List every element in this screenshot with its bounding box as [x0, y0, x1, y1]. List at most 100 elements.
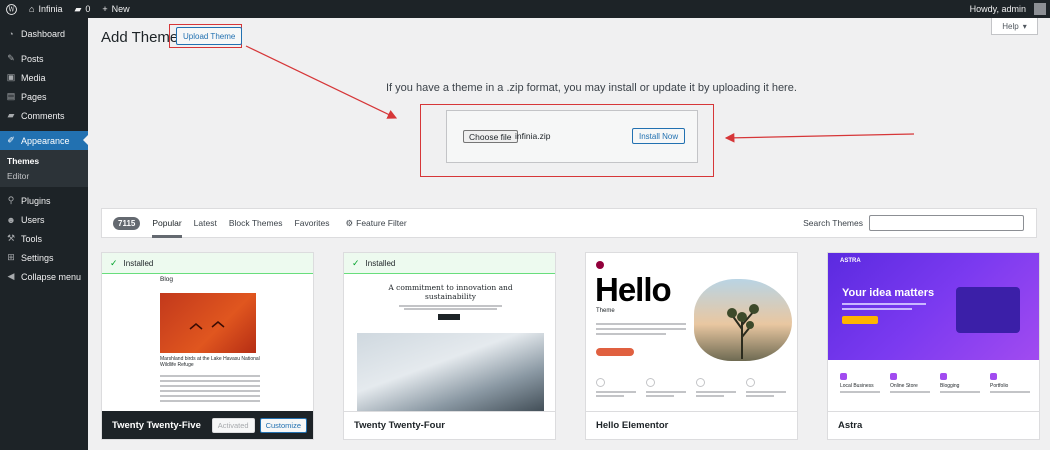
preview-column: Local Business [840, 373, 880, 395]
search-themes-input[interactable] [869, 215, 1024, 231]
dashboard-icon: ◔ [8, 28, 14, 39]
install-now-button[interactable]: Install Now [632, 128, 686, 144]
site-name-link[interactable]: ⌂ Infinia [23, 0, 68, 18]
admin-sidebar: ◔ Dashboard ✎ Posts ▣ Media ▤ Pages ▰ Comment… [0, 18, 88, 450]
wordpress-icon: W [6, 3, 17, 15]
preview-caption: Marshland birds at the Lake Havasu Natio… [160, 356, 260, 368]
preview-text-line [842, 303, 926, 305]
check-icon: ✓ [352, 257, 360, 268]
pin-icon: ✎ [7, 53, 15, 63]
menu-collapse[interactable]: ◀ Collapse menu [0, 267, 88, 286]
users-icon: ☻ [6, 214, 16, 225]
home-icon: ⌂ [29, 4, 35, 14]
preview-column: Blogging [940, 373, 980, 395]
help-label: Help [1002, 21, 1019, 31]
preview-hero: ASTRA Your idea matters [828, 253, 1039, 360]
search-themes-label: Search Themes [803, 218, 863, 228]
menu-label: Plugins [21, 195, 51, 206]
comments-count: 0 [85, 4, 91, 14]
menu-appearance[interactable]: ✐ Appearance [0, 131, 88, 150]
settings-icon: ⊞ [7, 252, 15, 262]
appearance-submenu: Themes Editor [0, 150, 88, 187]
theme-card-twenty-twenty-four[interactable]: ✓ Installed A commitment to innovation an… [343, 252, 556, 440]
upload-description: If you have a theme in a .zip format, yo… [386, 82, 797, 94]
preview-text-line [842, 308, 912, 310]
preview-text-line [160, 390, 260, 392]
plugin-icon: ⚲ [7, 195, 15, 205]
account-menu[interactable]: Howdy, admin [964, 0, 1050, 18]
preview-image [357, 333, 544, 413]
upload-theme-button[interactable]: Upload Theme [176, 27, 243, 45]
selected-file-name: infinia.zip [515, 131, 551, 141]
menu-label: Users [21, 214, 45, 225]
theme-card-footer: Twenty Twenty-Four [344, 411, 555, 439]
menu-pages[interactable]: ▤ Pages [0, 87, 88, 106]
tab-latest[interactable]: Latest [194, 208, 217, 238]
preview-feature [596, 378, 636, 399]
preview-text-line [160, 395, 260, 397]
theme-card-astra[interactable]: ASTRA Your idea matters Local Business O… [827, 252, 1040, 440]
pages-icon: ▤ [6, 91, 16, 101]
preview-feature [696, 378, 736, 399]
preview-button [596, 348, 634, 356]
wrench-icon: ⚒ [6, 233, 16, 243]
menu-tools[interactable]: ⚒ Tools [0, 229, 88, 248]
menu-posts[interactable]: ✎ Posts [0, 49, 88, 68]
preview-illustration [956, 287, 1020, 333]
tab-popular[interactable]: Popular [152, 208, 182, 238]
preview-text-line [399, 305, 502, 307]
avatar [1034, 3, 1046, 15]
theme-card-footer: Twenty Twenty-Five Activated Customize [102, 411, 313, 439]
submenu-themes[interactable]: Themes [0, 153, 88, 168]
feature-filter-label: Feature Filter [356, 218, 407, 228]
preview-columns: Local Business Online Store Blogging Por… [840, 373, 1030, 395]
preview-column: Online Store [890, 373, 930, 395]
choose-file-button[interactable]: Choose file [463, 130, 518, 143]
new-label: New [111, 4, 130, 14]
collapse-icon: ◀ [7, 271, 15, 281]
svg-text:W: W [8, 6, 15, 13]
menu-label: Dashboard [21, 28, 66, 39]
preview-text-line [160, 380, 260, 382]
main-content: Add Themes Upload Theme Help ▾ If you ha… [88, 18, 1050, 450]
menu-settings[interactable]: ⊞ Settings [0, 248, 88, 267]
caret-down-icon: ▾ [1022, 21, 1027, 31]
tab-favorites[interactable]: Favorites [295, 208, 330, 238]
theme-card-twenty-twenty-five[interactable]: ✓ Installed Blog Marshland birds at the L… [101, 252, 314, 440]
new-content-link[interactable]: + New [96, 0, 135, 18]
wordpress-logo[interactable]: W [0, 0, 23, 18]
preview-title: A commitment to innovation and sustainab… [388, 283, 513, 301]
joshua-tree-illustration [727, 304, 759, 359]
preview-text-line [160, 400, 260, 402]
gear-icon: ⚙ [345, 217, 354, 228]
menu-plugins[interactable]: ⚲ Plugins [0, 191, 88, 210]
installed-label: Installed [365, 258, 396, 268]
preview-logo: ASTRA [840, 258, 861, 264]
menu-users[interactable]: ☻ Users [0, 210, 88, 229]
comments-link[interactable]: ▰ 0 [68, 0, 96, 18]
feature-filter-button[interactable]: ⚙ Feature Filter [346, 218, 407, 229]
preview-image [160, 293, 256, 353]
customize-button[interactable]: Customize [259, 417, 307, 433]
submenu-editor[interactable]: Editor [0, 168, 88, 183]
preview-logo [596, 261, 604, 269]
help-button[interactable]: Help ▾ [991, 18, 1038, 35]
preview-text-line [596, 333, 666, 335]
admin-bar: W ⌂ Infinia ▰ 0 + New Howdy, admin [0, 0, 1050, 18]
menu-label: Posts [21, 53, 44, 64]
theme-card-hello-elementor[interactable]: Hello Theme Hello Elementor [585, 252, 798, 440]
preview-subtitle: Theme [596, 308, 615, 314]
preview-image [694, 279, 792, 361]
menu-dashboard[interactable]: ◔ Dashboard [0, 24, 88, 43]
preview-feature [646, 378, 686, 399]
theme-name: Astra [838, 420, 863, 431]
tab-block-themes[interactable]: Block Themes [229, 208, 283, 238]
preview-text-line [160, 375, 260, 377]
preview-text-line [160, 385, 260, 387]
comment-bubble-icon: ▰ [74, 3, 82, 14]
preview-button [842, 316, 878, 324]
menu-comments[interactable]: ▰ Comments [0, 106, 88, 125]
check-icon: ✓ [110, 257, 118, 268]
theme-filter-bar: 7115 Popular Latest Block Themes Favorit… [101, 208, 1037, 238]
menu-media[interactable]: ▣ Media [0, 68, 88, 87]
